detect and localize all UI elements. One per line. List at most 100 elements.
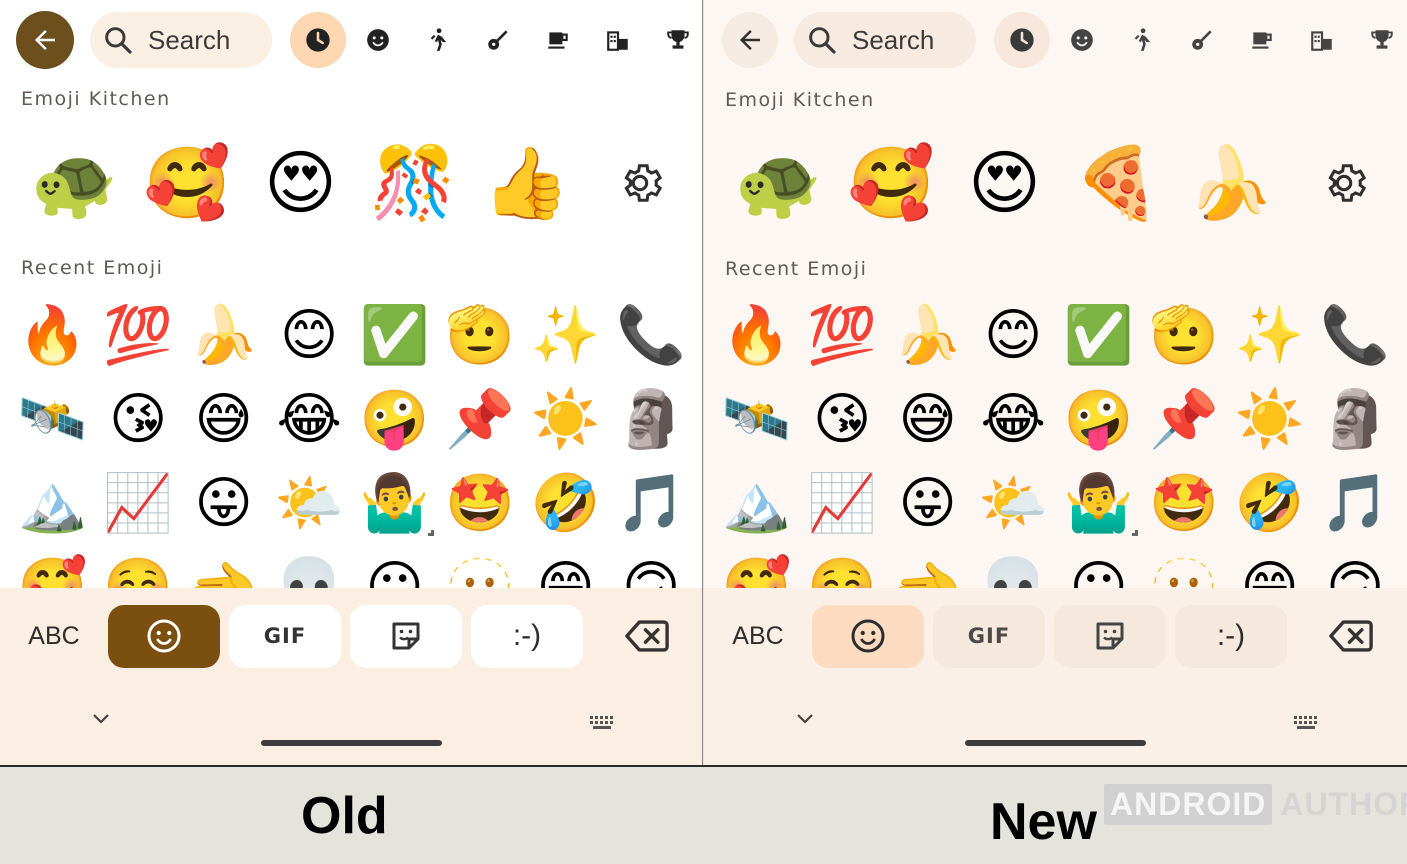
recent-emoji[interactable]: 🤪 xyxy=(1056,378,1142,462)
kitchen-emoji[interactable]: 🥰 xyxy=(835,148,948,218)
kitchen-emoji[interactable]: 🐢 xyxy=(18,148,131,218)
recent-emoji[interactable]: 🍌 xyxy=(181,294,267,378)
tab-activities[interactable] xyxy=(1354,12,1407,68)
gif-mode-button[interactable]: GIF xyxy=(229,604,341,668)
recent-emoji[interactable]: 🤣 xyxy=(1227,462,1313,546)
recent-emoji[interactable]: 🙃 xyxy=(1313,546,1399,589)
recent-emoji[interactable]: 🎵 xyxy=(1313,462,1399,546)
gesture-handle[interactable] xyxy=(261,740,442,746)
recent-emoji[interactable]: 📈 xyxy=(96,462,182,546)
tab-activities[interactable] xyxy=(650,12,702,68)
chevron-down-icon[interactable] xyxy=(90,710,112,726)
recent-emoji[interactable]: ☀️ xyxy=(523,378,609,462)
recent-emoji[interactable]: 💯 xyxy=(800,294,886,378)
recent-emoji[interactable]: 🌤️ xyxy=(267,462,353,546)
recent-emoji[interactable]: 😶 xyxy=(352,546,438,589)
tab-animals[interactable] xyxy=(470,12,526,68)
abc-button[interactable]: ABC xyxy=(0,622,108,651)
tab-people[interactable] xyxy=(410,12,466,68)
tab-smileys[interactable] xyxy=(350,12,406,68)
sticker-mode-button[interactable] xyxy=(350,604,462,668)
recent-emoji[interactable]: 😁 xyxy=(523,546,609,589)
emoticon-mode-button[interactable]: :-) xyxy=(471,604,583,668)
recent-emoji[interactable]: 😶 xyxy=(1056,546,1142,589)
recent-emoji[interactable]: 🌤️ xyxy=(971,462,1057,546)
recent-emoji[interactable]: 😊 xyxy=(267,294,353,378)
tab-recent[interactable] xyxy=(290,12,346,68)
recent-emoji[interactable]: 🥰 xyxy=(10,546,96,589)
kitchen-settings-button[interactable] xyxy=(1287,160,1400,206)
recent-emoji[interactable]: 🏔️ xyxy=(10,462,96,546)
emoji-search-field[interactable]: Search xyxy=(794,12,976,68)
recent-emoji[interactable]: ☀️ xyxy=(1227,378,1313,462)
recent-emoji[interactable]: 📈 xyxy=(800,462,886,546)
recent-emoji[interactable]: 🛰️ xyxy=(714,378,800,462)
recent-emoji[interactable]: 🔥 xyxy=(714,294,800,378)
tab-food[interactable] xyxy=(1234,12,1290,68)
recent-emoji[interactable]: 🫥 xyxy=(1142,546,1228,589)
recent-emoji[interactable]: 😁 xyxy=(1227,546,1313,589)
recent-emoji[interactable]: ✨ xyxy=(523,294,609,378)
recent-emoji[interactable]: 🫡 xyxy=(438,294,524,378)
recent-emoji[interactable]: 🫲 xyxy=(885,546,971,589)
kitchen-emoji[interactable]: 🐢 xyxy=(722,148,835,218)
kitchen-emoji[interactable]: 😍 xyxy=(244,148,357,218)
tab-animals[interactable] xyxy=(1174,12,1230,68)
tab-people[interactable] xyxy=(1114,12,1170,68)
recent-emoji[interactable]: 💀 xyxy=(267,546,353,589)
recent-emoji[interactable]: 🤩 xyxy=(438,462,524,546)
recent-emoji[interactable]: 🏔️ xyxy=(714,462,800,546)
gif-mode-button[interactable]: GIF xyxy=(933,604,1045,668)
recent-emoji[interactable]: 📞 xyxy=(609,294,695,378)
kitchen-settings-button[interactable] xyxy=(583,160,696,206)
recent-emoji[interactable]: 😂 xyxy=(267,378,353,462)
recent-emoji[interactable]: 🫲 xyxy=(181,546,267,589)
recent-emoji[interactable]: 🫥 xyxy=(438,546,524,589)
recent-emoji[interactable]: 📞 xyxy=(1313,294,1399,378)
recent-emoji[interactable]: 🤩 xyxy=(1142,462,1228,546)
recent-emoji[interactable]: 🔥 xyxy=(10,294,96,378)
tab-travel[interactable] xyxy=(1294,12,1350,68)
gesture-handle[interactable] xyxy=(965,740,1146,746)
keyboard-icon[interactable] xyxy=(588,714,618,732)
recent-emoji[interactable]: 😊 xyxy=(971,294,1057,378)
emoji-mode-button[interactable] xyxy=(812,604,924,668)
recent-emoji[interactable]: 🤣 xyxy=(523,462,609,546)
recent-emoji[interactable]: 🥰 xyxy=(714,546,800,589)
kitchen-emoji[interactable]: 👍 xyxy=(470,148,583,218)
recent-emoji[interactable]: 😘 xyxy=(96,378,182,462)
recent-emoji[interactable]: 😂 xyxy=(971,378,1057,462)
recent-emoji[interactable]: 🤷‍♂️ xyxy=(352,462,438,546)
recent-emoji[interactable]: 🤪 xyxy=(352,378,438,462)
recent-emoji[interactable]: 😛 xyxy=(885,462,971,546)
back-button[interactable] xyxy=(16,11,74,69)
emoji-mode-button[interactable] xyxy=(108,604,220,668)
recent-emoji[interactable]: 💀 xyxy=(971,546,1057,589)
tab-food[interactable] xyxy=(530,12,586,68)
back-button[interactable] xyxy=(722,12,778,68)
recent-emoji[interactable]: 🛰️ xyxy=(10,378,96,462)
recent-emoji[interactable]: 🗿 xyxy=(609,378,695,462)
kitchen-emoji[interactable]: 🎊 xyxy=(357,148,470,218)
recent-emoji[interactable]: 📌 xyxy=(1142,378,1228,462)
recent-emoji[interactable]: ✨ xyxy=(1227,294,1313,378)
kitchen-emoji[interactable]: 🍌 xyxy=(1174,148,1287,218)
kitchen-emoji[interactable]: 🍕 xyxy=(1061,148,1174,218)
chevron-down-icon[interactable] xyxy=(794,710,816,726)
abc-button[interactable]: ABC xyxy=(704,622,812,651)
recent-emoji[interactable]: ✅ xyxy=(1056,294,1142,378)
sticker-mode-button[interactable] xyxy=(1054,604,1166,668)
recent-emoji[interactable]: 🍌 xyxy=(885,294,971,378)
recent-emoji[interactable]: ☺️ xyxy=(800,546,886,589)
recent-emoji[interactable]: ☺️ xyxy=(96,546,182,589)
emoji-search-field[interactable]: Search xyxy=(90,12,272,68)
recent-emoji[interactable]: 🙃 xyxy=(609,546,695,589)
kitchen-emoji[interactable]: 🥰 xyxy=(131,148,244,218)
recent-emoji[interactable]: 🫡 xyxy=(1142,294,1228,378)
tab-travel[interactable] xyxy=(590,12,646,68)
recent-emoji[interactable]: 📌 xyxy=(438,378,524,462)
recent-emoji[interactable]: 😘 xyxy=(800,378,886,462)
recent-emoji[interactable]: 😛 xyxy=(181,462,267,546)
recent-emoji[interactable]: 🤷‍♂️ xyxy=(1056,462,1142,546)
tab-smileys[interactable] xyxy=(1054,12,1110,68)
